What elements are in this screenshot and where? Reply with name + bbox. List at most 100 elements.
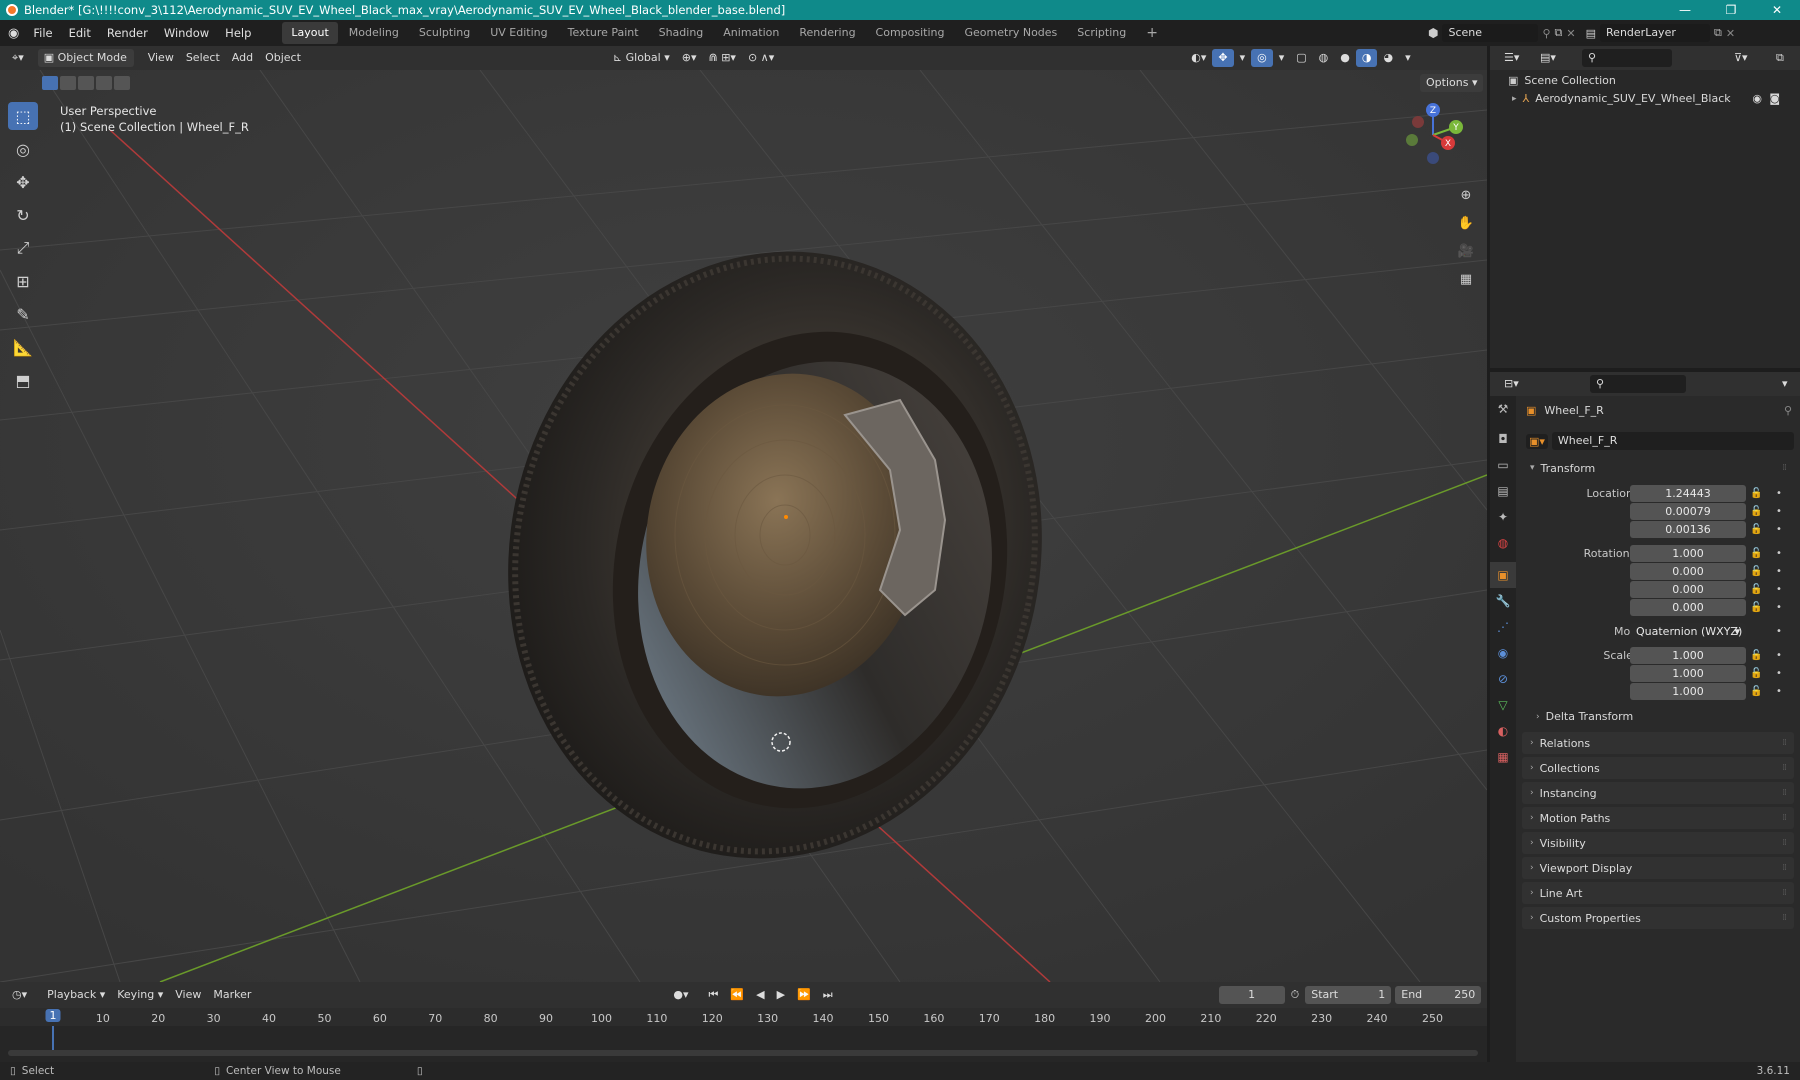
lock-icon[interactable]: 🔓 [1750,686,1762,697]
scale-y-field[interactable]: 1.000 [1630,664,1746,682]
zoom-icon[interactable]: ⊕ [1455,184,1477,206]
drag-handle-icon[interactable]: ⁞⁞ [1782,888,1787,898]
delete-layer-icon[interactable]: ✕ [1726,27,1735,40]
menu-help[interactable]: Help [217,20,259,46]
location-x-field[interactable]: 1.24443 [1630,484,1746,502]
maximize-button[interactable]: ❐ [1708,0,1754,20]
menu-keying[interactable]: Keying ▾ [111,986,169,1004]
annotate-tool[interactable]: ✎ [8,300,38,328]
blender-menu-icon[interactable]: ◉ [8,26,19,41]
menu-marker[interactable]: Marker [207,986,257,1004]
menu-select[interactable]: Select [180,49,226,67]
outliner-item[interactable]: ▸ ⅄ Aerodynamic_SUV_EV_Wheel_Black ◉ ◙ [1512,92,1782,105]
tab-uv-editing[interactable]: UV Editing [481,22,556,44]
scale-tool[interactable]: ⤢ [8,234,38,262]
keyframe-dot-icon[interactable]: • [1776,626,1782,637]
drag-handle-icon[interactable]: ⁞⁞ [1782,863,1787,873]
shading-dropdown-icon[interactable]: ▾ [1399,49,1417,67]
filter-icon[interactable]: ⊽▾ [1728,49,1754,67]
view-layer-tab-icon[interactable]: ▤ [1490,478,1516,504]
keyframe-dot-icon[interactable]: • [1776,602,1782,613]
material-shading-icon[interactable]: ◑ [1355,49,1378,67]
keyframe-dot-icon[interactable]: • [1776,650,1782,661]
tab-geometry-nodes[interactable]: Geometry Nodes [956,22,1067,44]
output-tab-icon[interactable]: ▭ [1490,452,1516,478]
mode-dropdown[interactable]: ▣ Object Mode ▾ [37,49,134,82]
drag-handle-icon[interactable]: ⁞⁞ [1782,838,1787,848]
section-line-art[interactable]: › Line Art ⁞⁞ [1522,882,1794,904]
pin-icon[interactable]: ⚲ [1784,404,1792,417]
keyframe-dot-icon[interactable]: • [1776,506,1782,517]
new-collection-icon[interactable]: ⧉ [1770,49,1790,67]
material-tab-icon[interactable]: ◐ [1490,718,1516,744]
close-window-button[interactable]: ✕ [1754,0,1800,20]
menu-add[interactable]: Add [226,49,259,67]
lock-icon[interactable]: 🔓 [1750,548,1762,559]
scene-selector[interactable]: Scene [1442,24,1539,42]
new-layer-icon[interactable]: ⧉ [1714,26,1722,40]
rotation-w-field[interactable]: 1.000 [1630,544,1746,562]
location-z-field[interactable]: 0.00136 [1630,520,1746,538]
jump-start-icon[interactable]: ⏮ [703,986,725,1004]
delta-transform-subpanel[interactable]: › Delta Transform [1536,710,1633,723]
outliner-root-row[interactable]: ▣ Scene Collection [1508,74,1616,87]
select-invert-icon[interactable] [96,76,112,90]
lock-icon[interactable]: 🔓 [1750,650,1762,661]
keyframe-dot-icon[interactable]: • [1776,584,1782,595]
tab-modeling[interactable]: Modeling [340,22,408,44]
new-scene-icon[interactable]: ⧉ [1555,26,1563,40]
gizmo-toggle-icon[interactable]: ✥ [1212,49,1234,67]
tab-sculpting[interactable]: Sculpting [410,22,479,44]
proportional-edit-icon[interactable]: ⊙ ∧▾ [742,49,780,67]
navigation-gizmo[interactable]: Z Y X [1398,100,1468,170]
select-new-icon[interactable] [42,76,58,90]
timeline-scrollbar[interactable] [8,1050,1478,1056]
solid-shading-icon[interactable]: ● [1334,49,1356,67]
rotation-z-field[interactable]: 0.000 [1630,598,1746,616]
visibility-eye-icon[interactable]: ◉ [1752,92,1762,105]
keyframe-dot-icon[interactable]: • [1776,668,1782,679]
measure-tool[interactable]: 📐 [8,333,38,361]
texture-tab-icon[interactable]: ▦ [1490,744,1516,770]
drag-handle-icon[interactable]: ⁞⁞ [1782,813,1787,823]
tab-texture-paint[interactable]: Texture Paint [559,22,648,44]
datablock-name-field[interactable]: Wheel_F_R [1551,432,1794,450]
tab-rendering[interactable]: Rendering [790,22,864,44]
rotation-mode-dropdown[interactable]: Quaternion (WXYZ) ▾ [1630,622,1746,640]
section-instancing[interactable]: › Instancing ⁞⁞ [1522,782,1794,804]
timeline-editor-icon[interactable]: ◷▾ [6,986,33,1004]
transform-tool[interactable]: ⊞ [8,267,38,295]
perspective-toggle-icon[interactable]: ▦ [1455,268,1477,290]
properties-options-icon[interactable]: ▾ [1776,375,1794,393]
section-collections[interactable]: › Collections ⁞⁞ [1522,757,1794,779]
stopwatch-icon[interactable]: ⏱ [1285,986,1306,1004]
menu-playback[interactable]: Playback ▾ [41,986,111,1004]
menu-view[interactable]: View [142,49,180,67]
data-tab-icon[interactable]: ▽ [1490,692,1516,718]
scene-tab-icon[interactable]: ✦ [1490,504,1516,530]
lock-icon[interactable]: 🔓 [1750,602,1762,613]
render-layer-selector[interactable]: RenderLayer [1600,24,1711,42]
play-icon[interactable]: ▶ [771,986,791,1004]
wireframe-shading-icon[interactable]: ◍ [1313,49,1335,67]
tab-scripting[interactable]: Scripting [1068,22,1135,44]
tool-tab-icon[interactable]: ⚒ [1490,396,1516,422]
pivot-icon[interactable]: ⊕▾ [676,49,703,67]
menu-object[interactable]: Object [259,49,307,67]
properties-editor-icon[interactable]: ⊟▾ [1498,375,1525,393]
scale-z-field[interactable]: 1.000 [1630,682,1746,700]
minimize-button[interactable]: — [1662,0,1708,20]
render-layer-icon[interactable]: ▤ [1586,27,1596,40]
scale-x-field[interactable]: 1.000 [1630,646,1746,664]
constraints-tab-icon[interactable]: ⊘ [1490,666,1516,692]
lock-icon[interactable]: 🔓 [1750,524,1762,535]
drag-handle-icon[interactable]: ⁞⁞ [1782,738,1787,748]
timeline-area[interactable]: 1 10 20 30 40 50 60 70 80 90 100 110 120 130 140 150 160… [0,1008,1487,1062]
play-reverse-icon[interactable]: ◀ [750,986,770,1004]
tab-shading[interactable]: Shading [650,22,713,44]
tab-layout[interactable]: Layout [282,22,338,44]
select-extend-icon[interactable] [60,76,76,90]
keyframe-dot-icon[interactable]: • [1776,524,1782,535]
record-icon[interactable]: ●▾ [667,986,694,1004]
outliner-editor-icon[interactable]: ☰▾ [1498,49,1525,67]
